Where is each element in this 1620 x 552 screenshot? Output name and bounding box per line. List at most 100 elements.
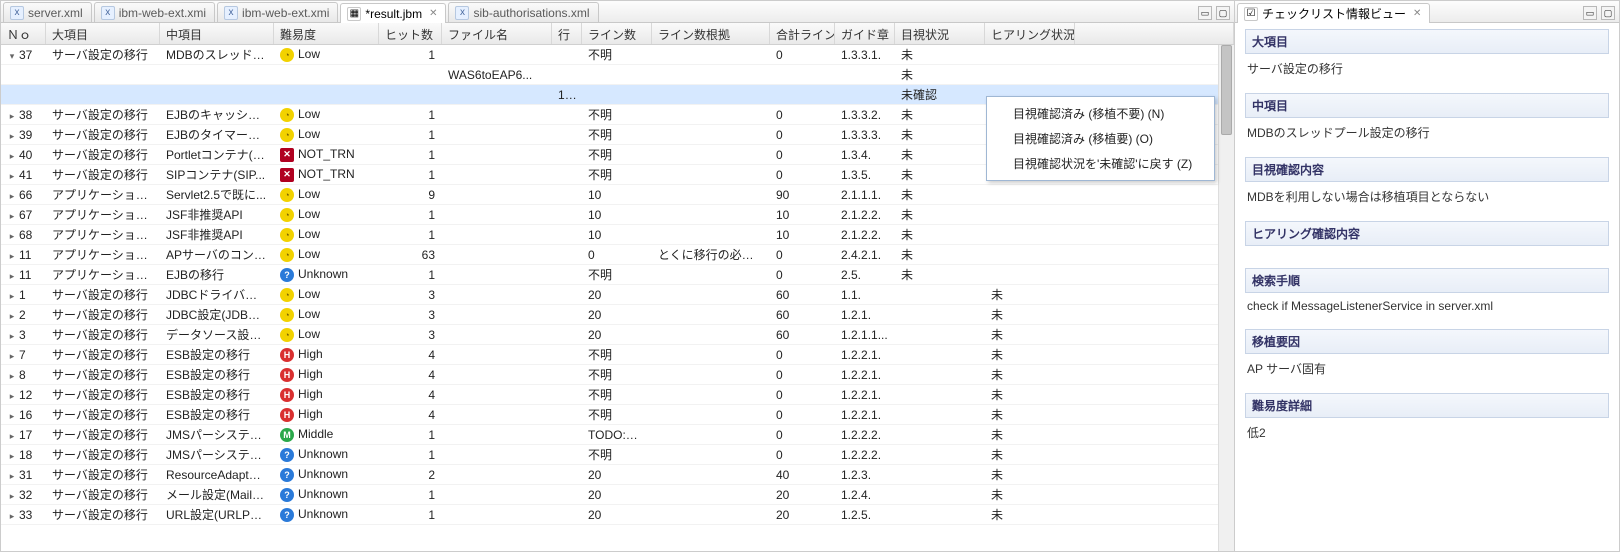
tree-toggle-icon[interactable]: ▸ (7, 371, 17, 382)
tab-ibm-web-ext-2[interactable]: xibm-web-ext.xmi (217, 2, 338, 22)
checklist-panel: ☑チェックリスト情報ビュー✕ ▭ ▢ 大項目サーバ設定の移行中項目MDBのスレッ… (1235, 0, 1620, 552)
xml-icon: x (101, 6, 115, 20)
tree-toggle-icon[interactable]: ▸ (7, 451, 17, 462)
tree-toggle-icon[interactable]: ▸ (7, 151, 17, 162)
column-headers[interactable]: Ｎｏ 大項目 中項目 難易度 ヒット数 ファイル名 行 ライン数 ライン数根拠 … (1, 23, 1234, 45)
tree-toggle-icon[interactable]: ▸ (7, 231, 17, 242)
tree-toggle-icon[interactable]: ▾ (7, 51, 17, 62)
difficulty-icon: ◔ (280, 228, 294, 242)
table-row[interactable]: ▸11アプリケーション...APサーバのコンテ...◔Low630とくに移行の必… (1, 245, 1234, 265)
xml-icon: x (10, 6, 24, 20)
tree-toggle-icon[interactable]: ▸ (7, 211, 17, 222)
ctx-reset-unconfirmed[interactable]: 目視確認状況を'未確認'に戻す (Z) (987, 151, 1214, 176)
tree-toggle-icon[interactable]: ▸ (7, 311, 17, 322)
tree-toggle-icon[interactable]: ▸ (7, 291, 17, 302)
table-row[interactable]: WAS6toEAP6...未 (1, 65, 1234, 85)
checklist-icon: ☑ (1244, 7, 1258, 21)
table-row[interactable]: ▸18サーバ設定の移行JMSパーシステン...?Unknown1不明01.2.2… (1, 445, 1234, 465)
table-row[interactable]: ▸66アプリケーション...Servlet2.5で既に...◔Low910902… (1, 185, 1234, 205)
col-eye[interactable]: 目視状況 (895, 23, 985, 44)
table-row[interactable]: ▸8サーバ設定の移行ESB設定の移行HHigh4不明01.2.2.1.未 (1, 365, 1234, 385)
col-guide[interactable]: ガイド章 (835, 23, 895, 44)
checklist-section: 難易度詳細低2 (1245, 393, 1609, 451)
difficulty-icon: ◔ (280, 248, 294, 262)
maximize-icon[interactable]: ▢ (1601, 6, 1615, 20)
tree-toggle-icon[interactable]: ▸ (7, 271, 17, 282)
table-row[interactable]: ▸33サーバ設定の移行URL設定(URLPori...?Unknown12020… (1, 505, 1234, 525)
table-row[interactable]: ▸16サーバ設定の移行ESB設定の移行HHigh4不明01.2.2.1.未 (1, 405, 1234, 425)
col-file[interactable]: ファイル名 (442, 23, 552, 44)
checklist-section: 検索手順check if MessageListenerService in s… (1245, 268, 1609, 323)
col-linecnt[interactable]: ライン数 (582, 23, 652, 44)
pane-controls: ▭ ▢ (1583, 6, 1615, 20)
tab-checklist-view[interactable]: ☑チェックリスト情報ビュー✕ (1237, 3, 1430, 23)
close-icon[interactable]: ✕ (429, 8, 437, 19)
vertical-scrollbar[interactable] (1218, 45, 1234, 551)
tree-toggle-icon[interactable]: ▸ (7, 411, 17, 422)
tree-toggle-icon[interactable]: ▸ (7, 191, 17, 202)
xml-icon: x (224, 6, 238, 20)
ctx-confirmed-need-port[interactable]: 目視確認済み (移植要) (O) (987, 126, 1214, 151)
col-dai[interactable]: 大項目 (46, 23, 160, 44)
difficulty-icon: H (280, 388, 294, 402)
table-row[interactable]: ▸3サーバ設定の移行データソース設定...◔Low320601.2.1.1...… (1, 325, 1234, 345)
col-nan[interactable]: 難易度 (274, 23, 379, 44)
table-row[interactable]: ▸12サーバ設定の移行ESB設定の移行HHigh4不明01.2.2.1.未 (1, 385, 1234, 405)
table-row[interactable]: ▸2サーバ設定の移行JDBC設定(JDBCP...◔Low320601.2.1.… (1, 305, 1234, 325)
table-row[interactable]: ▸31サーバ設定の移行ResourceAdapter...?Unknown220… (1, 465, 1234, 485)
table-row[interactable]: ▸1サーバ設定の移行JDBCドライバの...◔Low320601.1.未 (1, 285, 1234, 305)
tree-toggle-icon[interactable]: ▸ (7, 511, 17, 522)
table-row[interactable]: ▸17サーバ設定の移行JMSパーシステン...MMiddle1TODO:SE .… (1, 425, 1234, 445)
tree-toggle-icon[interactable]: ▸ (7, 251, 17, 262)
ctx-confirmed-no-port[interactable]: 目視確認済み (移植不要) (N) (987, 101, 1214, 126)
col-hear[interactable]: ヒアリング状況 (985, 23, 1075, 44)
col-no[interactable]: Ｎｏ (1, 23, 46, 44)
section-body: AP サーバ固有 (1245, 354, 1609, 387)
close-icon[interactable]: ✕ (1413, 8, 1421, 19)
maximize-icon[interactable]: ▢ (1216, 6, 1230, 20)
section-header: 大項目 (1245, 29, 1609, 54)
minimize-icon[interactable]: ▭ (1198, 6, 1212, 20)
pane-controls: ▭ ▢ (1198, 6, 1230, 20)
difficulty-icon: ◔ (280, 48, 294, 62)
scrollbar-thumb[interactable] (1221, 45, 1232, 135)
table-row[interactable]: ▾37サーバ設定の移行MDBのスレッドプ...◔Low1不明01.3.3.1.未 (1, 45, 1234, 65)
difficulty-icon: ? (280, 268, 294, 282)
context-menu-eye-status[interactable]: 目視確認済み (移植不要) (N) 目視確認済み (移植要) (O) 目視確認状… (986, 96, 1215, 181)
table-row[interactable]: ▸68アプリケーション...JSF非推奨API◔Low110102.1.2.2.… (1, 225, 1234, 245)
tree-toggle-icon[interactable]: ▸ (7, 471, 17, 482)
difficulty-icon: ✕ (280, 148, 294, 162)
checklist-section: 大項目サーバ設定の移行 (1245, 29, 1609, 87)
section-header: 中項目 (1245, 93, 1609, 118)
tab-result-jbm[interactable]: ▦*result.jbm✕ (340, 3, 446, 23)
col-total[interactable]: 合計ライン (770, 23, 835, 44)
tree-toggle-icon[interactable]: ▸ (7, 331, 17, 342)
tree-toggle-icon[interactable]: ▸ (7, 431, 17, 442)
col-linebase[interactable]: ライン数根拠 (652, 23, 770, 44)
table-row[interactable]: ▸7サーバ設定の移行ESB設定の移行HHigh4不明01.2.2.1.未 (1, 345, 1234, 365)
section-body: check if MessageListenerService in serve… (1245, 293, 1609, 323)
difficulty-icon: ? (280, 448, 294, 462)
minimize-icon[interactable]: ▭ (1583, 6, 1597, 20)
jbm-icon: ▦ (347, 7, 361, 21)
difficulty-icon: ? (280, 508, 294, 522)
tree-toggle-icon[interactable]: ▸ (7, 491, 17, 502)
checklist-section: 目視確認内容MDBを利用しない場合は移植項目とならない (1245, 157, 1609, 215)
table-row[interactable]: ▸32サーバ設定の移行メール設定(MailPr...?Unknown120201… (1, 485, 1234, 505)
difficulty-icon: ? (280, 468, 294, 482)
col-hit[interactable]: ヒット数 (379, 23, 442, 44)
section-header: 移植要因 (1245, 329, 1609, 354)
tab-ibm-web-ext-1[interactable]: xibm-web-ext.xmi (94, 2, 215, 22)
tree-toggle-icon[interactable]: ▸ (7, 171, 17, 182)
col-chu[interactable]: 中項目 (160, 23, 274, 44)
tree-toggle-icon[interactable]: ▸ (7, 391, 17, 402)
section-body: MDBのスレッドプール設定の移行 (1245, 118, 1609, 151)
tab-server-xml[interactable]: xserver.xml (3, 2, 92, 22)
col-line[interactable]: 行 (552, 23, 582, 44)
tree-toggle-icon[interactable]: ▸ (7, 111, 17, 122)
table-row[interactable]: ▸11アプリケーション...EJBの移行?Unknown1不明02.5.未 (1, 265, 1234, 285)
tab-sib-auth[interactable]: xsib-authorisations.xml (448, 2, 598, 22)
tree-toggle-icon[interactable]: ▸ (7, 351, 17, 362)
table-row[interactable]: ▸67アプリケーション...JSF非推奨API◔Low110102.1.2.2.… (1, 205, 1234, 225)
tree-toggle-icon[interactable]: ▸ (7, 131, 17, 142)
